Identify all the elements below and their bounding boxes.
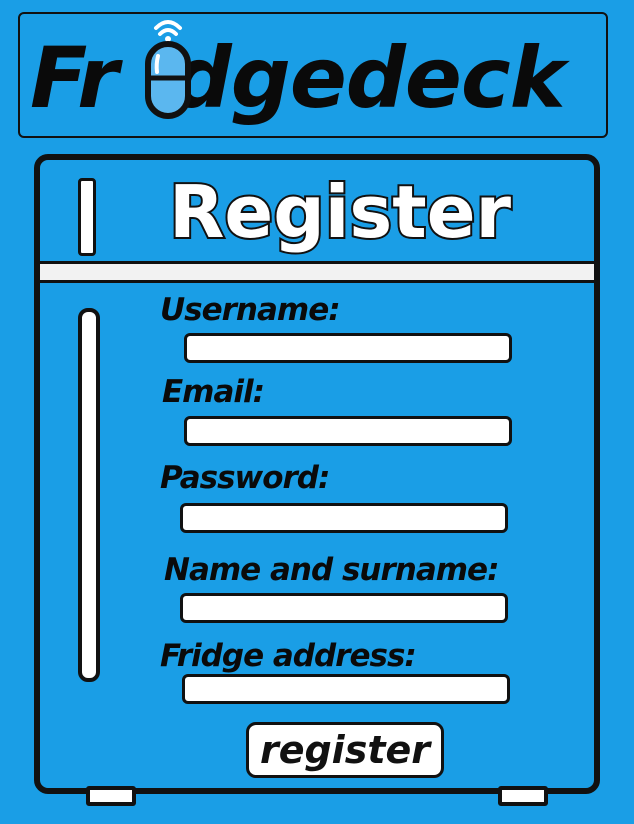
- logo-text-left: Fr: [30, 29, 119, 127]
- app-logo: Fr dgedeck: [30, 30, 600, 126]
- app-header: Fr dgedeck: [18, 12, 608, 138]
- password-label: Password:: [160, 460, 330, 496]
- fridge-foot-left: [86, 786, 136, 806]
- page-title: Register: [167, 168, 513, 256]
- name-surname-input[interactable]: [180, 593, 508, 623]
- name-surname-label: Name and surname:: [164, 552, 499, 588]
- email-label: Email:: [162, 374, 265, 410]
- fridge-address-input[interactable]: [182, 674, 510, 704]
- fridge-foot-right: [498, 786, 548, 806]
- register-button[interactable]: register: [246, 722, 444, 778]
- email-input[interactable]: [184, 416, 512, 446]
- fridge-form-panel: Register Username: Email: Password: Name…: [34, 154, 600, 794]
- password-input[interactable]: [180, 503, 508, 533]
- fridge-address-label: Fridge address:: [160, 638, 417, 674]
- wireless-sensor-icon: [145, 20, 191, 119]
- fridge-divider: [40, 261, 594, 283]
- username-input[interactable]: [184, 333, 512, 363]
- freezer-handle-icon: [78, 178, 96, 256]
- logo-text-right: dgedeck: [171, 29, 566, 127]
- username-label: Username:: [160, 292, 341, 328]
- fridge-handle-icon: [78, 308, 100, 682]
